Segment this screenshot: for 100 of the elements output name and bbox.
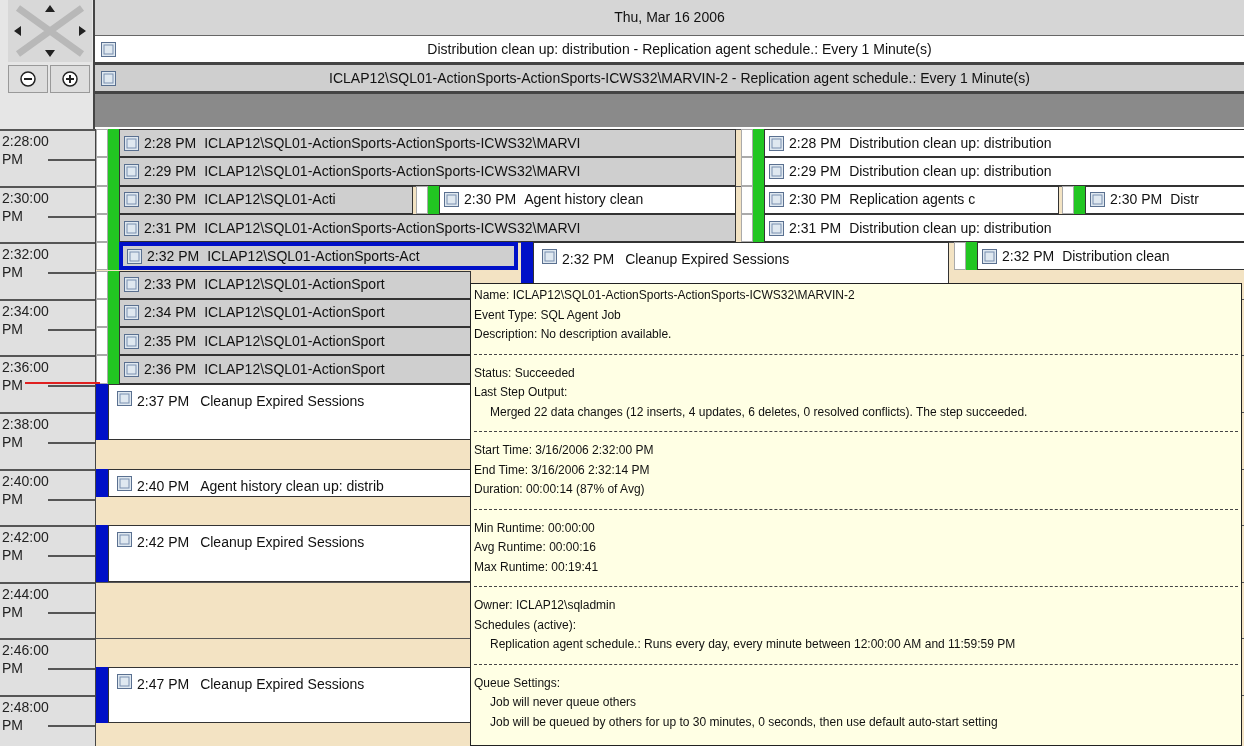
time-label: 2:38:00	[2, 415, 49, 432]
tooltip-line: Schedules (active):	[474, 616, 577, 634]
time-label: PM	[2, 603, 23, 620]
tooltip-line: Duration: 00:00:14 (87% of Avg)	[474, 481, 645, 498]
calendar-icon	[769, 135, 784, 151]
time-label: PM	[2, 660, 23, 677]
status-indicator	[741, 213, 753, 243]
time-label: 2:40:00	[2, 472, 49, 489]
calendar-icon	[101, 71, 116, 86]
calendar-icon	[101, 42, 116, 57]
time-label: PM	[2, 433, 23, 450]
event-block[interactable]: 2:32 PM ICLAP12\SQL01-ActionSports-Act	[119, 242, 518, 271]
status-indicator	[96, 468, 108, 497]
event-block[interactable]: 2:33 PM ICLAP12\SQL01-ActionSport	[119, 270, 471, 299]
event-block[interactable]: 2:31 PM ICLAP12\SQL01-ActionSports-ActionSports-ICWS32\MARVI	[119, 213, 736, 243]
status-indicator	[753, 213, 764, 243]
tooltip-line: Event Type: SQL Agent Job	[474, 306, 621, 324]
time-label: PM	[2, 320, 23, 337]
calendar-icon	[117, 673, 132, 689]
calendar-icon	[124, 163, 139, 179]
calendar-icon	[124, 333, 139, 349]
zoom-in-button[interactable]	[50, 65, 90, 93]
time-label: PM	[2, 377, 23, 394]
status-indicator	[96, 185, 108, 214]
all-day-event[interactable]: ICLAP12\SQL01-ActionSports-ActionSports-ICWS32\MARVIN-2 - Replication agent schedule.: Every 1 Minute(s)	[95, 65, 1244, 94]
tooltip-line: Min Runtime: 00:00:00	[474, 519, 595, 537]
calendar-icon	[124, 277, 139, 293]
status-indicator	[96, 157, 108, 186]
status-indicator	[96, 213, 108, 243]
event-block[interactable]: 2:35 PM ICLAP12\SQL01-ActionSport	[119, 327, 471, 356]
event-block[interactable]: 2:30 PM Agent history clean	[439, 185, 736, 214]
event-block[interactable]: 2:47 PM Cleanup Expired Sessions	[108, 666, 471, 724]
calendar-icon	[124, 192, 139, 208]
time-label: 2:42:00	[2, 529, 49, 546]
event-block[interactable]: 2:34 PM ICLAP12\SQL01-ActionSport	[119, 298, 471, 328]
status-indicator	[1062, 185, 1074, 214]
tooltip-line: Replication agent schedule.: Runs every day, every minute between 12:00:00 AM and 11:59:59 PM	[489, 636, 1016, 653]
event-block[interactable]: 2:28 PM Distribution clean up: distribution	[764, 129, 1244, 158]
time-label: PM	[2, 264, 23, 281]
status-indicator	[741, 129, 753, 158]
tooltip-line: Job will be queued by others for up to 30 minutes, 0 seconds, then use default auto-start setting	[489, 713, 998, 731]
calendar-icon	[542, 249, 557, 265]
time-label: PM	[2, 490, 23, 507]
calendar-icon	[769, 163, 784, 179]
tooltip-line: Last Step Output:	[474, 384, 568, 401]
status-indicator	[753, 129, 764, 158]
zoom-out-button[interactable]	[8, 65, 48, 93]
plus-icon	[62, 71, 78, 87]
status-indicator	[966, 242, 977, 271]
calendar-icon	[1090, 192, 1105, 208]
tooltip-line: Description: No description available.	[474, 326, 672, 343]
calendar-icon	[124, 362, 139, 378]
time-label: 2:46:00	[2, 642, 49, 659]
minus-icon	[20, 71, 36, 87]
event-block[interactable]: 2:42 PM Cleanup Expired Sessions	[108, 525, 471, 582]
tooltip-line: Max Runtime: 00:19:41	[474, 558, 599, 576]
status-indicator	[96, 270, 108, 299]
event-block[interactable]: 2:37 PM Cleanup Expired Sessions	[108, 383, 471, 441]
tooltip-line: Job will never queue others	[489, 694, 637, 711]
status-indicator	[108, 242, 119, 271]
status-indicator	[96, 666, 108, 724]
time-label: 2:44:00	[2, 585, 49, 602]
date-header: Thu, Mar 16 2006	[95, 0, 1244, 36]
time-label: 2:48:00	[2, 698, 49, 715]
event-block[interactable]: 2:30 PM Distr	[1085, 185, 1244, 214]
tooltip-line: Queue Settings:	[474, 674, 561, 692]
event-block[interactable]: 2:29 PM Distribution clean up: distribution	[764, 157, 1244, 186]
time-label: PM	[2, 716, 23, 733]
status-indicator	[96, 129, 108, 158]
event-block[interactable]: 2:30 PM ICLAP12\SQL01-Acti	[119, 185, 413, 214]
calendar-icon	[124, 135, 139, 151]
calendar-icon	[124, 305, 139, 321]
time-label: 2:32:00	[2, 246, 49, 263]
status-indicator	[108, 270, 119, 299]
event-block[interactable]: 2:28 PM ICLAP12\SQL01-ActionSports-ActionSports-ICWS32\MARVI	[119, 129, 736, 158]
navigation-pad-icon[interactable]	[8, 0, 92, 62]
status-indicator	[96, 242, 108, 271]
tooltip-line: Avg Runtime: 00:00:16	[474, 539, 596, 556]
status-indicator	[96, 525, 108, 582]
tooltip-line: Status: Succeeded	[474, 364, 575, 382]
calendar-icon	[124, 220, 139, 236]
calendar-icon	[444, 192, 459, 208]
tooltip-line: Merged 22 data changes (12 inserts, 4 updates, 6 deletes, 0 resolved conflicts). The step succeeded.	[489, 403, 1028, 421]
calendar-icon	[769, 220, 784, 236]
tooltip-line: Owner: ICLAP12\sqladmin	[474, 597, 616, 614]
status-indicator	[428, 185, 439, 214]
event-block[interactable]: 2:36 PM ICLAP12\SQL01-ActionSport	[119, 355, 471, 384]
event-block[interactable]: 2:32 PM Distribution clean	[977, 242, 1244, 271]
event-block[interactable]: 2:31 PM Distribution clean up: distribution	[764, 213, 1244, 243]
status-indicator	[416, 185, 428, 214]
calendar-icon	[117, 475, 132, 491]
event-block[interactable]: 2:30 PM Replication agents c	[764, 185, 1059, 214]
status-indicator	[741, 185, 753, 214]
calendar-icon	[127, 248, 142, 264]
time-label: PM	[2, 151, 23, 167]
event-block[interactable]: 2:40 PM Agent history clean up: distrib	[108, 468, 471, 497]
status-indicator	[1074, 185, 1085, 214]
event-block[interactable]: 2:29 PM ICLAP12\SQL01-ActionSports-ActionSports-ICWS32\MARVI	[119, 157, 736, 186]
tooltip-line: Start Time: 3/16/2006 2:32:00 PM	[474, 442, 654, 459]
calendar-icon	[117, 532, 132, 548]
